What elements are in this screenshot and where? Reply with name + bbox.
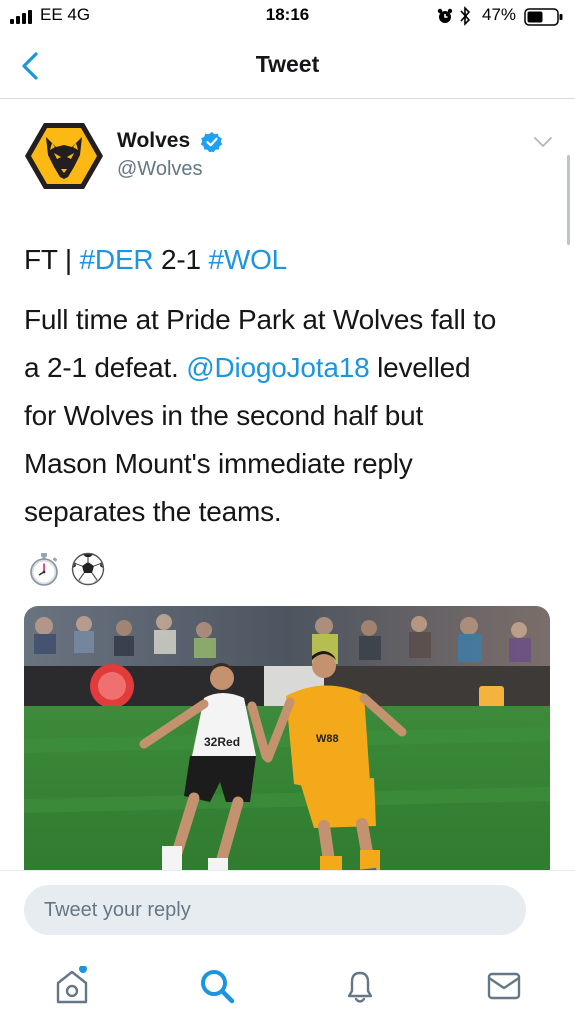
mention-link[interactable]: @DiogoJota18 — [186, 352, 369, 383]
shirt-sponsor-text: 32Red — [204, 735, 240, 749]
search-icon[interactable] — [197, 966, 237, 1006]
match-photo[interactable]: 32Red W88 — [24, 606, 550, 870]
notification-dot — [79, 966, 87, 973]
mail-icon[interactable] — [484, 966, 524, 1006]
home-icon[interactable] — [52, 966, 92, 1006]
body-text: a 2-1 defeat. — [24, 352, 187, 383]
tweet-headline: FT | #DER 2-1 #WOL — [24, 236, 287, 284]
reply-input[interactable] — [24, 885, 526, 935]
reply-bar — [0, 870, 575, 941]
body-line: for Wolves in the second half but — [24, 400, 424, 431]
tab-bar — [0, 940, 575, 1024]
hashtag-der[interactable]: #DER — [80, 244, 154, 275]
wolves-logo-avatar[interactable] — [24, 121, 104, 191]
stopwatch-icon — [30, 553, 58, 586]
status-bar: EE 4G 18:16 47% — [0, 0, 575, 34]
tweet-body: Full time at Pride Park at Wolves fall t… — [24, 296, 496, 536]
author-name[interactable]: Wolves — [117, 129, 190, 153]
soccer-ball-icon — [72, 552, 105, 586]
scrollbar[interactable] — [567, 155, 570, 245]
battery-icon — [524, 8, 563, 26]
body-line: a 2-1 defeat. @DiogoJota18 levelled — [24, 344, 496, 392]
page-title: Tweet — [255, 51, 320, 77]
emoji-row — [26, 551, 110, 591]
bell-icon[interactable] — [340, 966, 380, 1006]
headline-prefix: FT | — [24, 244, 80, 275]
sponsor-text: W88 — [316, 733, 339, 745]
alarm-icon — [437, 8, 453, 23]
body-line: Mason Mount's immediate reply — [24, 448, 413, 479]
verified-badge-icon — [201, 132, 223, 153]
bluetooth-icon — [460, 6, 471, 26]
tweet-detail: Wolves @Wolves FT | #DER 2-1 #WOL Full t… — [0, 99, 575, 870]
body-line: Full time at Pride Park at Wolves fall t… — [24, 304, 497, 335]
hashtag-wol[interactable]: #WOL — [208, 244, 287, 275]
headline-score: 2-1 — [153, 244, 209, 275]
author-handle[interactable]: @Wolves — [117, 158, 203, 181]
chevron-down-icon[interactable] — [532, 135, 554, 149]
body-line: separates the teams. — [24, 496, 282, 527]
navigation-bar: Tweet — [0, 34, 575, 99]
body-text: levelled — [369, 352, 471, 383]
battery-percentage: 47% — [482, 5, 517, 24]
